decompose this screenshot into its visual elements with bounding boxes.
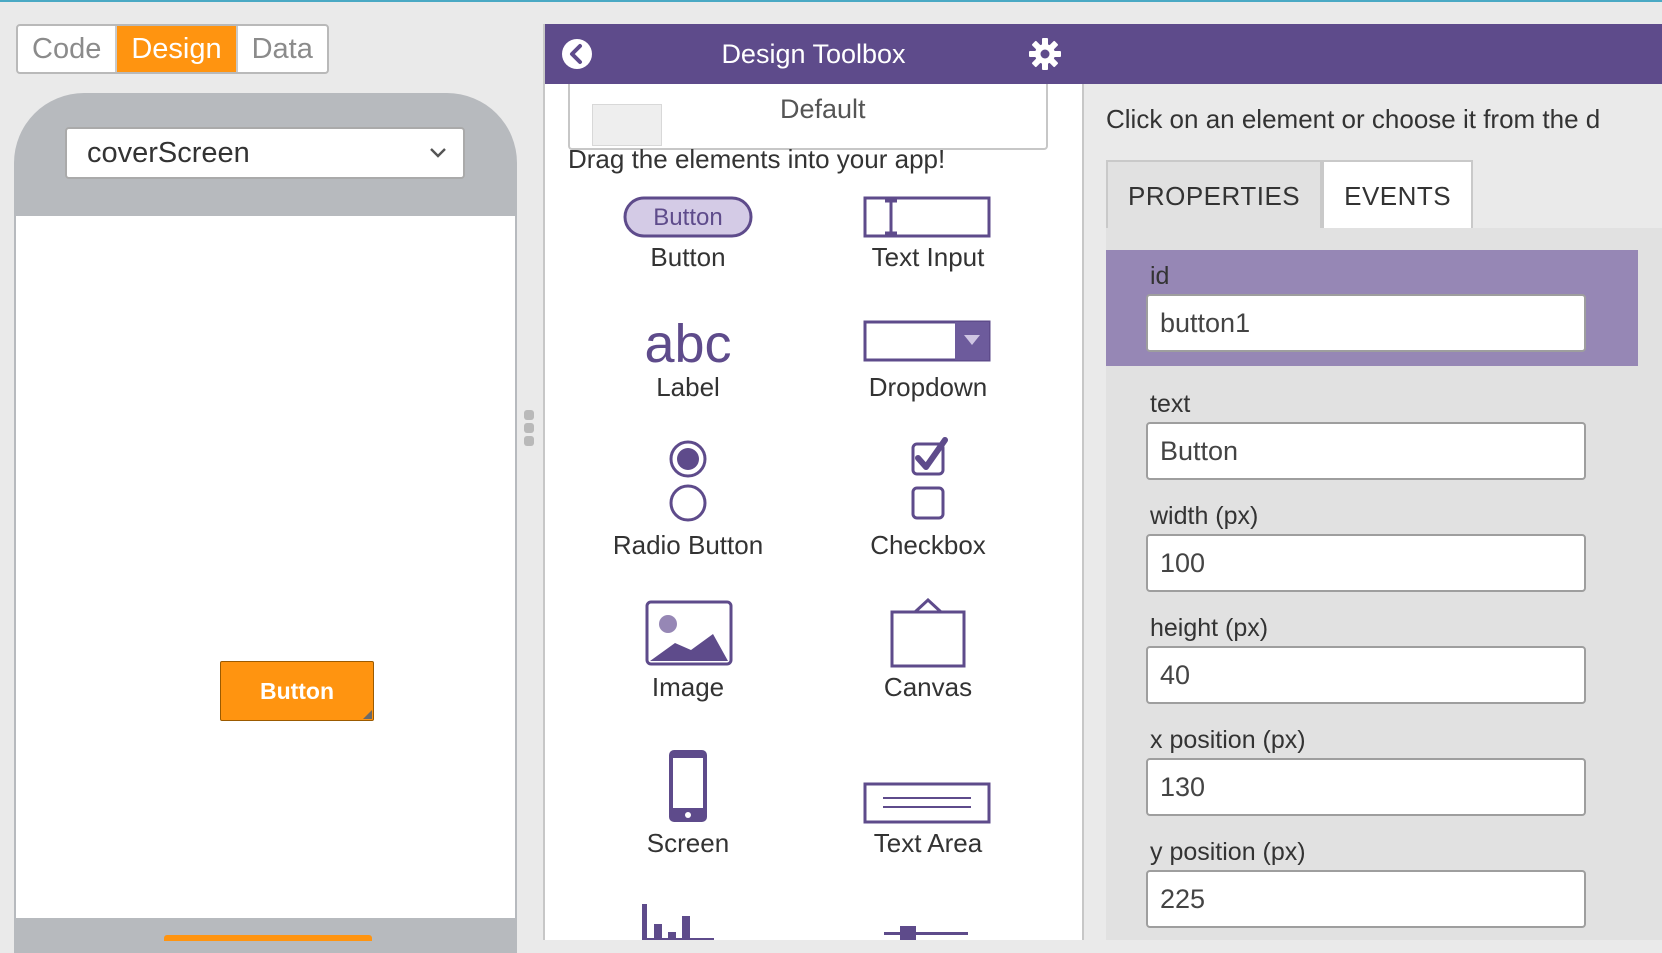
- theme-swatch: [592, 104, 662, 146]
- tool-label: Checkbox: [870, 530, 986, 560]
- label-icon: abc: [644, 314, 731, 368]
- phone-bottom-strip: [164, 935, 372, 941]
- property-label: width (px): [1150, 502, 1259, 530]
- tool-screen[interactable]: Screen: [568, 748, 808, 859]
- tool-label: Dropdown: [868, 372, 988, 402]
- slider-icon: [884, 926, 968, 940]
- width-field[interactable]: 100: [1146, 534, 1586, 592]
- canvas-icon: [890, 598, 966, 668]
- drag-hint: Drag the elements into your app!: [568, 144, 946, 174]
- mode-toggle: Code Design Data: [16, 24, 329, 74]
- property-row-width: width (px) 100: [1106, 490, 1638, 600]
- tool-radio-button[interactable]: Radio Button: [568, 436, 808, 561]
- id-field[interactable]: button1: [1146, 294, 1586, 352]
- button-icon: Button: [623, 196, 753, 238]
- property-label: id: [1150, 262, 1170, 290]
- data-mode-button[interactable]: Data: [235, 26, 327, 72]
- properties-body: id button1 text Button width (px) 100 he…: [1106, 228, 1662, 940]
- code-mode-button[interactable]: Code: [18, 26, 115, 72]
- text-input-icon: [863, 196, 991, 238]
- tool-label-element[interactable]: abc Label: [568, 314, 808, 403]
- screen-select-value: coverScreen: [87, 137, 250, 169]
- property-row-id[interactable]: id button1: [1106, 250, 1638, 366]
- radio-button-icon: [669, 440, 707, 522]
- tab-events[interactable]: EVENTS: [1322, 160, 1474, 228]
- property-label: x position (px): [1150, 726, 1306, 754]
- height-field[interactable]: 40: [1146, 646, 1586, 704]
- chart-icon: [642, 904, 714, 940]
- resize-handle[interactable]: [363, 710, 372, 719]
- top-rule: [0, 0, 1662, 2]
- checkbox-icon: [911, 437, 948, 520]
- text-field[interactable]: Button: [1146, 422, 1586, 480]
- theme-name: Default: [780, 94, 866, 124]
- property-label: y position (px): [1150, 838, 1306, 866]
- tool-label: Label: [656, 372, 720, 402]
- screen-icon: [669, 750, 707, 822]
- tool-label: Text Input: [871, 242, 985, 272]
- panel-splitter-handle[interactable]: [524, 410, 536, 450]
- tool-text-input[interactable]: Text Input: [808, 196, 1048, 273]
- tool-label: Radio Button: [612, 530, 764, 560]
- property-row-x: x position (px) 130: [1106, 714, 1638, 824]
- gear-icon[interactable]: [1028, 37, 1062, 71]
- chevron-down-icon: [430, 148, 446, 158]
- tab-properties[interactable]: PROPERTIES: [1106, 160, 1323, 228]
- property-row-height: height (px) 40: [1106, 602, 1638, 712]
- toolbox-title: Design Toolbox: [721, 39, 906, 69]
- toolbox-header: Design Toolbox: [545, 24, 1082, 84]
- design-toolbox: Default Design Toolbox Drag the elements…: [543, 24, 1084, 940]
- property-label: height (px): [1150, 614, 1269, 642]
- tool-label: Image: [651, 672, 725, 702]
- tool-label: Canvas: [883, 672, 973, 702]
- tool-label: Text Area: [873, 828, 983, 858]
- property-row-y: y position (px) 225: [1106, 826, 1638, 936]
- property-label: text: [1150, 390, 1191, 418]
- tool-label: Screen: [646, 828, 730, 858]
- tool-canvas[interactable]: Canvas: [808, 598, 1048, 703]
- button-icon-text: Button: [653, 204, 722, 231]
- app-button[interactable]: Button: [220, 661, 374, 721]
- tool-text-area[interactable]: Text Area: [808, 782, 1048, 859]
- x-position-field[interactable]: 130: [1146, 758, 1586, 816]
- text-area-icon: [863, 782, 991, 824]
- phone-frame: coverScreen Button: [14, 93, 517, 953]
- properties-header: [1082, 24, 1662, 84]
- image-icon: [645, 600, 733, 666]
- y-position-field[interactable]: 225: [1146, 870, 1586, 928]
- tool-label: Button: [650, 242, 726, 272]
- tool-checkbox[interactable]: Checkbox: [808, 436, 1048, 561]
- properties-tabs: PROPERTIES EVENTS: [1106, 160, 1474, 228]
- screen-select[interactable]: coverScreen: [65, 127, 465, 179]
- tool-dropdown[interactable]: Dropdown: [808, 314, 1048, 403]
- design-mode-button[interactable]: Design: [115, 26, 236, 72]
- tool-button[interactable]: Button Button: [568, 196, 808, 273]
- properties-hint: Click on an element or choose it from th…: [1106, 104, 1601, 134]
- dropdown-icon: [863, 320, 991, 362]
- property-row-text: text Button: [1106, 378, 1638, 488]
- app-button-label: Button: [259, 678, 335, 704]
- phone-screen[interactable]: Button: [16, 216, 515, 918]
- label-icon-text: abc: [644, 314, 731, 368]
- tool-image[interactable]: Image: [568, 598, 808, 703]
